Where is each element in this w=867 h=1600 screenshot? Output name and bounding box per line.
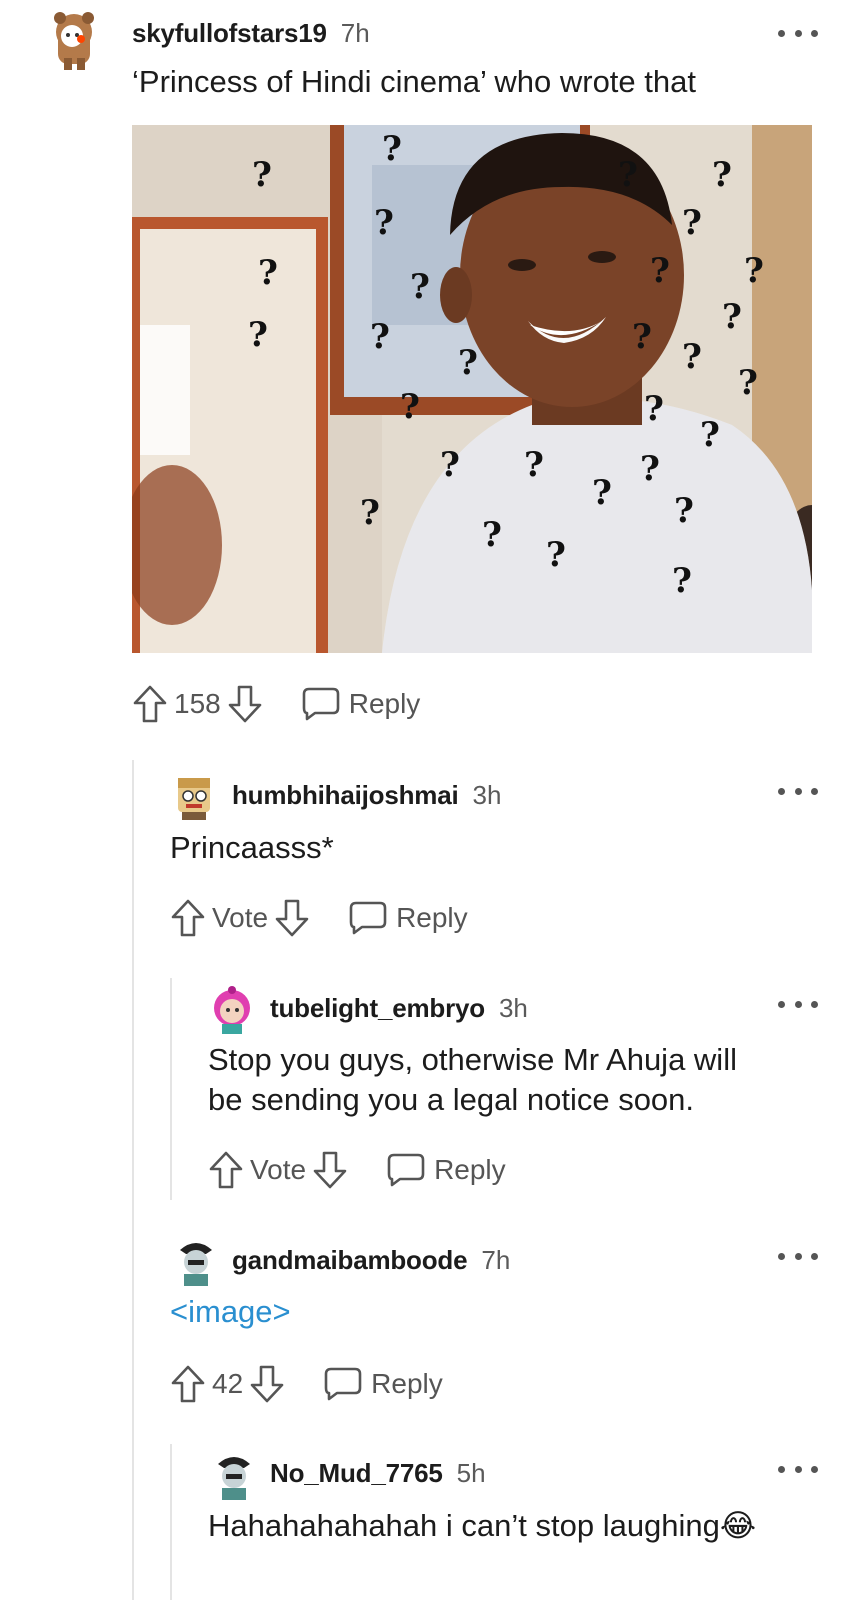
username[interactable]: No_Mud_7765	[270, 1458, 443, 1489]
reply-bubble-icon	[349, 901, 387, 935]
comment-meta: gandmaibamboode 7h	[232, 1245, 510, 1276]
vote-label: Vote	[212, 902, 269, 933]
avatar[interactable]	[174, 1236, 218, 1286]
upvote-icon[interactable]	[170, 1364, 206, 1404]
more-dots-icon[interactable]	[778, 23, 818, 43]
comment-meta: No_Mud_7765 5h	[270, 1458, 486, 1489]
timestamp: 7h	[340, 18, 370, 48]
more-dots-icon[interactable]	[778, 781, 818, 801]
thread-line[interactable]	[170, 1444, 172, 1600]
comment-text: ‘Princess of Hindi cinema’ who wrote tha…	[132, 64, 696, 99]
reply-label: Reply	[371, 1368, 443, 1399]
comment-actions: Vote Reply	[170, 898, 468, 938]
reply-label: Reply	[396, 902, 468, 933]
reply-label: Reply	[348, 688, 421, 719]
more-dots-icon[interactable]	[778, 1459, 818, 1479]
comment-meta: tubelight_embryo 3h	[270, 993, 528, 1024]
reply-button[interactable]: Reply	[323, 1366, 443, 1402]
reply-bubble-icon	[302, 687, 340, 721]
comment-actions: Vote Reply	[208, 1150, 506, 1190]
reply-button[interactable]: Reply	[386, 1152, 506, 1188]
username[interactable]: humbhihaijoshmai	[232, 780, 459, 811]
comment-text-line: be sending you a legal notice soon.	[208, 1082, 695, 1117]
laughing-emoji-icon: 😂	[719, 1508, 757, 1543]
reply-button[interactable]: Reply	[301, 686, 421, 722]
thread-line[interactable]	[132, 760, 134, 1600]
reply-bubble-icon	[324, 1367, 362, 1401]
avatar[interactable]	[210, 984, 254, 1034]
reply-label: Reply	[434, 1154, 506, 1185]
vote-label: Vote	[250, 1154, 307, 1185]
image-link[interactable]: <image>	[170, 1294, 291, 1330]
upvote-icon[interactable]	[208, 1150, 244, 1190]
timestamp: 3h	[498, 993, 528, 1023]
avatar[interactable]	[212, 1450, 256, 1500]
upvote-icon[interactable]	[170, 898, 206, 938]
timestamp: 5h	[456, 1458, 486, 1488]
username[interactable]: skyfullofstars19	[132, 18, 327, 49]
timestamp: 7h	[481, 1245, 511, 1275]
username[interactable]: tubelight_embryo	[270, 993, 485, 1024]
reply-bubble-icon	[387, 1153, 425, 1187]
more-dots-icon[interactable]	[778, 1246, 818, 1266]
username[interactable]: gandmaibamboode	[232, 1245, 468, 1276]
downvote-icon[interactable]	[274, 898, 310, 938]
downvote-icon[interactable]	[312, 1150, 348, 1190]
vote-count: 158	[174, 688, 221, 719]
avatar[interactable]	[172, 770, 216, 820]
timestamp: 3h	[472, 780, 502, 810]
avatar[interactable]	[50, 8, 98, 70]
comment-meta: skyfullofstars19 7h	[132, 18, 370, 49]
comment-text: Stop you guys, otherwise Mr Ahuja will b…	[208, 1040, 737, 1120]
thread-line[interactable]	[170, 978, 172, 1200]
comment-text-line: Stop you guys, otherwise Mr Ahuja will	[208, 1042, 737, 1077]
downvote-icon[interactable]	[227, 684, 263, 724]
comment-meta: humbhihaijoshmai 3h	[232, 780, 501, 811]
more-dots-icon[interactable]	[778, 994, 818, 1014]
comment-actions: 42 Reply	[170, 1364, 443, 1404]
comment-text-content: Hahahahahahah i can’t stop laughing	[208, 1508, 720, 1543]
vote-count: 42	[212, 1368, 244, 1399]
comment-text: Princaasss*	[170, 830, 334, 865]
question-mark-meme-image[interactable]: ? ? ? ? ? ? ? ? ? ? ? ? ? ? ? ? ? ? ? ? …	[132, 125, 812, 653]
reply-button[interactable]: Reply	[348, 900, 468, 936]
downvote-icon[interactable]	[249, 1364, 285, 1404]
comment-text: Hahahahahahah i can’t stop laughing😂	[208, 1506, 756, 1546]
comment-actions: 158 Reply	[132, 684, 420, 724]
upvote-icon[interactable]	[132, 684, 168, 724]
